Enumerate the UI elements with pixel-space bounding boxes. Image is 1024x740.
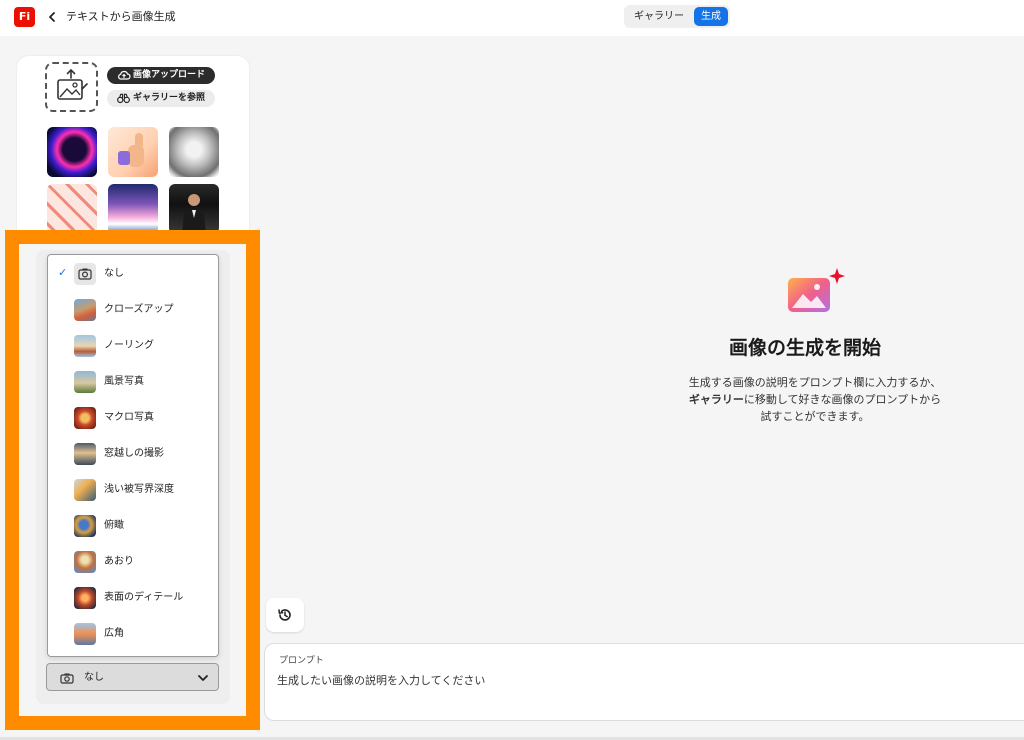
binoculars-icon	[117, 93, 130, 104]
menu-item-aerial[interactable]: 俯瞰	[48, 509, 218, 545]
empty-state-line1: 生成する画像の説明をプロンプト欄に入力するか、	[688, 376, 942, 389]
reference-thumbnail-clouds[interactable]	[108, 184, 158, 234]
browse-gallery-label: ギャラリーを参照	[133, 93, 206, 103]
composition-select-value: なし	[84, 672, 104, 683]
history-button[interactable]	[266, 598, 304, 632]
back-chevron-icon[interactable]	[46, 9, 60, 25]
menu-item-closeup[interactable]: クローズアップ	[48, 293, 218, 329]
composition-menu: ✓ なし クローズアップ ノーリング 風景写真 マクロ写真 窓越しの撮影 浅い被…	[47, 254, 219, 657]
menu-item-none[interactable]: ✓ なし	[48, 257, 218, 293]
tab-generate[interactable]: 生成	[694, 7, 728, 26]
balloon-thumbnail-icon	[74, 443, 96, 465]
menu-item-landscape[interactable]: 風景写真	[48, 365, 218, 401]
camera-icon	[60, 673, 74, 684]
menu-item-label: 俯瞰	[104, 520, 124, 531]
menu-item-knolling[interactable]: ノーリング	[48, 329, 218, 365]
reference-thumbnail-pattern[interactable]	[47, 184, 97, 234]
gallery-link[interactable]: ギャラリー	[689, 393, 744, 406]
cloud-upload-icon	[118, 70, 131, 80]
menu-item-label: あおり	[104, 556, 134, 567]
menu-item-label: ノーリング	[104, 340, 154, 351]
app-logo[interactable]: Fi	[14, 7, 35, 27]
menu-item-label: 風景写真	[104, 376, 144, 387]
mode-switch: ギャラリー 生成	[624, 5, 730, 28]
upload-image-button[interactable]: 画像アップロード	[107, 67, 215, 84]
upload-dropzone[interactable]	[45, 62, 98, 112]
top-bar: Fi テキストから画像生成 ギャラリー 生成	[0, 0, 1024, 36]
menu-item-label: なし	[104, 268, 124, 279]
menu-item-label: 浅い被写界深度	[104, 484, 174, 495]
empty-state-line2-rest: に移動して好きな画像のプロンプトから	[743, 393, 942, 406]
menu-item-wide-angle[interactable]: 広角	[48, 617, 218, 653]
reference-thumbnail-neon[interactable]	[47, 127, 97, 177]
balloon-thumbnail-icon	[74, 623, 96, 645]
empty-state-title: 画像の生成を開始	[728, 337, 881, 359]
chevron-down-icon	[198, 675, 208, 681]
image-upload-icon	[57, 68, 88, 100]
menu-item-low-angle[interactable]: あおり	[48, 545, 218, 581]
empty-state-line2: ギャラリーに移動して好きな画像のプロンプトから	[640, 391, 990, 408]
balloon-thumbnail-icon	[74, 371, 96, 393]
reference-panel: 画像アップロード ギャラリーを参照	[17, 56, 249, 246]
reference-thumbnail-thumbsup[interactable]	[108, 127, 158, 177]
balloon-thumbnail-icon	[74, 335, 96, 357]
menu-item-shallow-dof[interactable]: 浅い被写界深度	[48, 473, 218, 509]
menu-item-macro[interactable]: マクロ写真	[48, 401, 218, 437]
tab-gallery[interactable]: ギャラリー	[626, 7, 692, 26]
generate-image-icon	[788, 268, 845, 312]
camera-icon	[74, 263, 96, 285]
menu-item-label: マクロ写真	[104, 412, 154, 423]
upload-image-label: 画像アップロード	[133, 70, 206, 80]
empty-state-description: 生成する画像の説明をプロンプト欄に入力するか、 ギャラリーに移動して好きな画像の…	[640, 374, 990, 425]
balloon-thumbnail-icon	[74, 515, 96, 537]
composition-select[interactable]: なし	[46, 663, 219, 691]
empty-state-line3: 試すことができます。	[760, 410, 870, 423]
balloon-thumbnail-icon	[74, 551, 96, 573]
menu-item-label: 表面のディテール	[104, 592, 184, 603]
menu-item-through-window[interactable]: 窓越しの撮影	[48, 437, 218, 473]
menu-item-label: クローズアップ	[104, 304, 174, 315]
reference-thumbnail-statue[interactable]	[169, 127, 219, 177]
prompt-input[interactable]	[277, 670, 977, 690]
page-title: テキストから画像生成	[66, 10, 176, 23]
balloon-thumbnail-icon	[74, 407, 96, 429]
reference-thumbnail-portrait[interactable]	[169, 184, 219, 234]
browse-gallery-button[interactable]: ギャラリーを参照	[107, 90, 215, 107]
prompt-label: プロンプト	[279, 656, 324, 666]
balloon-thumbnail-icon	[74, 299, 96, 321]
checkmark-icon: ✓	[58, 266, 68, 279]
history-icon	[278, 609, 291, 621]
balloon-thumbnail-icon	[74, 587, 96, 609]
prompt-box: プロンプト	[264, 643, 1024, 721]
menu-item-surface-detail[interactable]: 表面のディテール	[48, 581, 218, 617]
menu-item-label: 広角	[104, 628, 124, 639]
menu-item-label: 窓越しの撮影	[104, 448, 164, 459]
balloon-thumbnail-icon	[74, 479, 96, 501]
